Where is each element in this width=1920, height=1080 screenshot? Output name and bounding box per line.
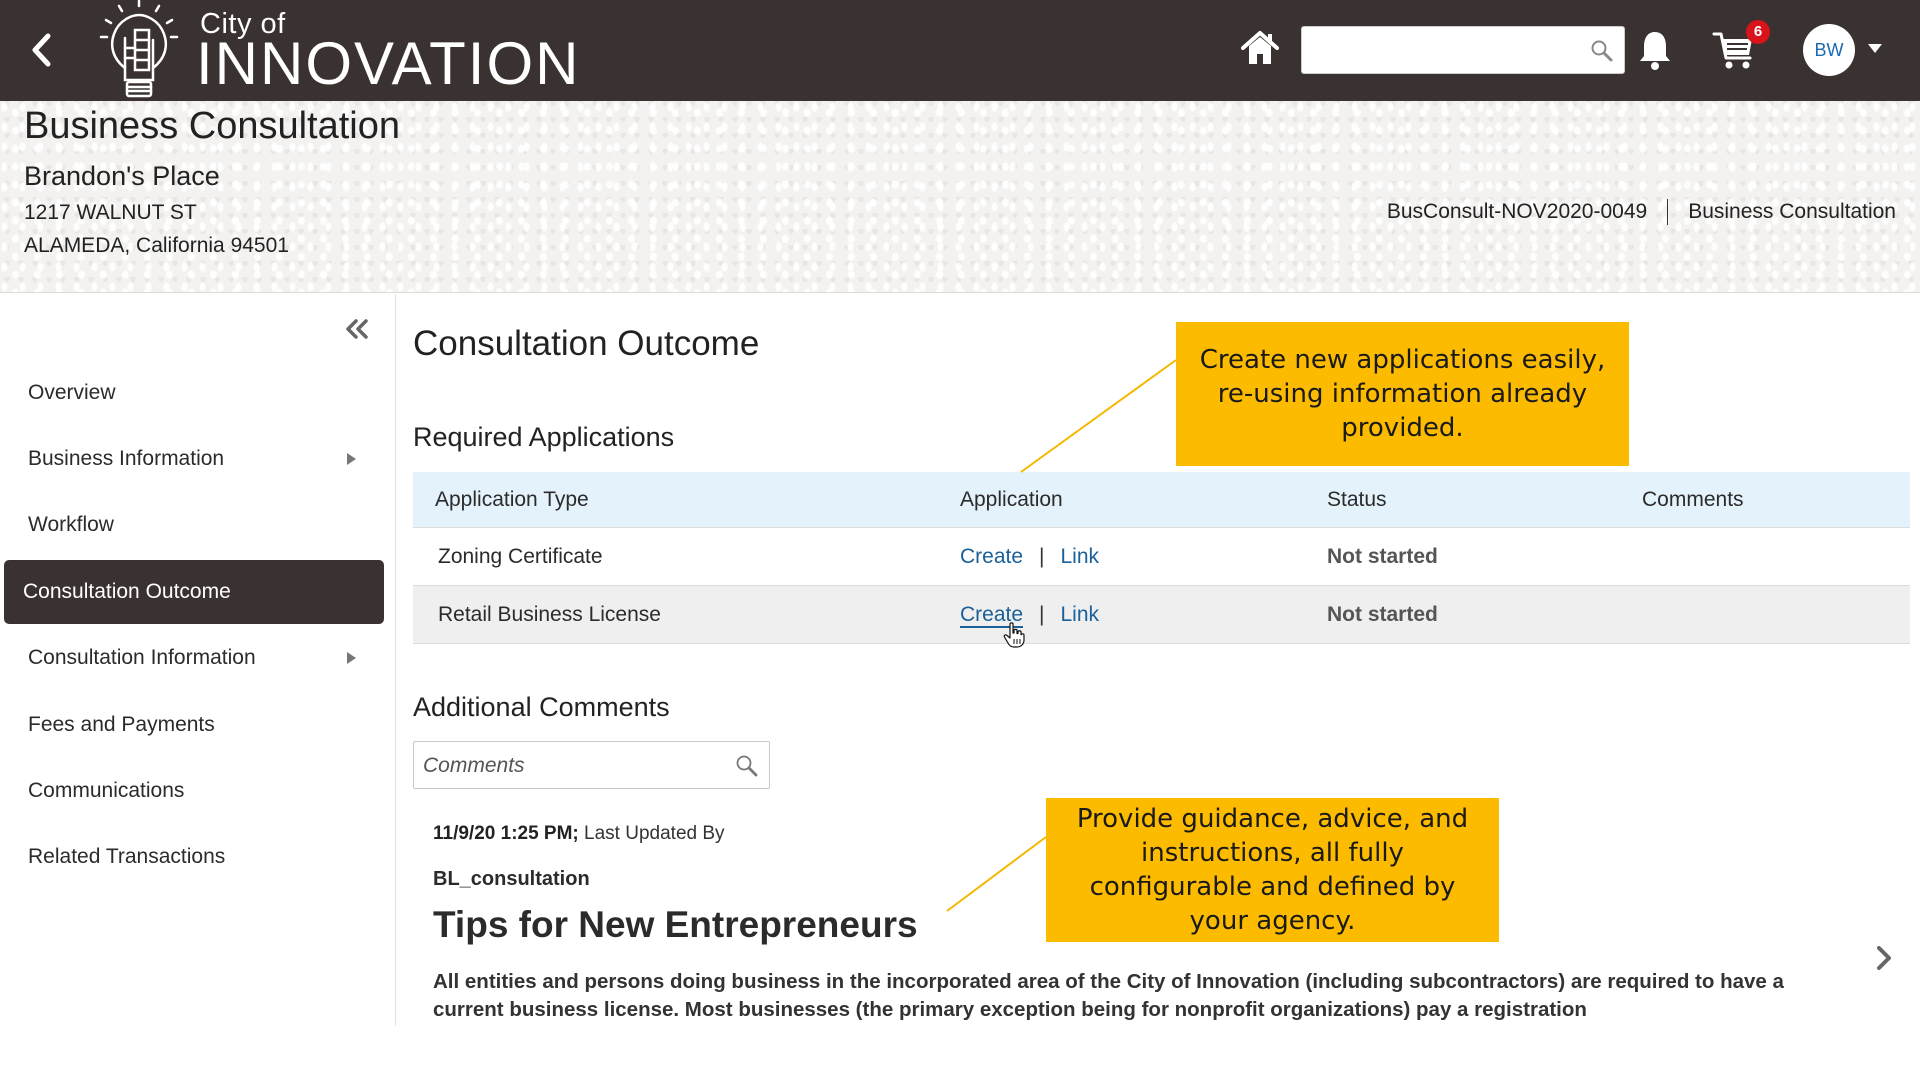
table-header-row: Application Type Application Status Comm… xyxy=(413,472,1910,528)
cart-count-badge: 6 xyxy=(1746,20,1770,44)
comment-title: Tips for New Entrepreneurs xyxy=(433,904,918,945)
global-search[interactable] xyxy=(1301,26,1625,74)
required-applications-title: Required Applications xyxy=(413,422,675,452)
callout-text: Provide guidance, advice, and instructio… xyxy=(1076,804,1469,936)
create-application-link[interactable]: Create xyxy=(960,603,1023,627)
global-search-input[interactable] xyxy=(1312,35,1572,65)
top-bar: City of INNOVATION 6 BW xyxy=(0,0,1920,101)
status-cell: Not started xyxy=(1327,602,1438,626)
collapse-sidebar-button[interactable] xyxy=(344,316,370,346)
sidebar-item-related-transactions[interactable]: Related Transactions xyxy=(4,825,384,889)
sidebar-item-label: Related Transactions xyxy=(28,845,226,868)
application-type-cell: Retail Business License xyxy=(438,602,661,626)
table-row: Retail Business License Create | Link No… xyxy=(413,586,1910,644)
column-header-status[interactable]: Status xyxy=(1327,472,1387,527)
double-chevron-left-icon xyxy=(346,319,368,339)
sidebar-nav: Overview Business Information Workflow C… xyxy=(0,294,396,1026)
sidebar-item-consultation-outcome[interactable]: Consultation Outcome xyxy=(4,560,384,624)
home-button[interactable] xyxy=(1240,30,1280,66)
link-application-link[interactable]: Link xyxy=(1061,545,1100,569)
sidebar-item-label: Fees and Payments xyxy=(28,713,215,736)
next-comment-button[interactable] xyxy=(1869,940,1899,976)
logo-innovation-text: INNOVATION xyxy=(196,30,581,97)
sidebar-item-label: Consultation Outcome xyxy=(23,580,231,603)
application-actions-cell: Create | Link xyxy=(960,586,1099,643)
sidebar-item-label: Communications xyxy=(28,779,185,802)
record-header: Business Consultation Brandon's Place 12… xyxy=(0,101,1920,293)
back-chevron-icon xyxy=(32,33,51,67)
status-cell: Not started xyxy=(1327,544,1438,568)
lightbulb-logo-icon xyxy=(99,0,179,98)
main-content: Consultation Outcome Required Applicatio… xyxy=(397,294,1920,1080)
page-title: Business Consultation xyxy=(24,105,400,147)
comments-search-input[interactable] xyxy=(423,751,713,781)
user-avatar[interactable]: BW xyxy=(1803,24,1855,76)
reference-type: Business Consultation xyxy=(1688,200,1896,223)
callout-create-applications: Create new applications easily, re-using… xyxy=(1176,322,1629,466)
expand-arrow-icon[interactable] xyxy=(347,453,356,465)
search-icon[interactable] xyxy=(735,754,759,778)
notifications-button[interactable] xyxy=(1637,28,1673,72)
sidebar-item-business-information[interactable]: Business Information xyxy=(4,427,384,491)
required-applications-table: Application Type Application Status Comm… xyxy=(413,472,1910,644)
sidebar-item-label: Business Information xyxy=(28,447,225,470)
reference-divider xyxy=(1667,199,1669,225)
bell-icon xyxy=(1640,32,1670,70)
link-separator: | xyxy=(1039,602,1045,626)
link-application-link[interactable]: Link xyxy=(1061,603,1100,627)
comment-body: All entities and persons doing business … xyxy=(433,970,1784,1021)
record-reference: BusConsult-NOV2020-0049 Business Consult… xyxy=(1387,199,1896,225)
home-icon xyxy=(1241,31,1279,64)
callout-text: Create new applications easily, re-using… xyxy=(1199,345,1606,443)
sidebar-item-label: Overview xyxy=(28,381,116,404)
chevron-right-icon xyxy=(1877,946,1891,970)
business-name: Brandon's Place xyxy=(24,161,220,191)
expand-arrow-icon[interactable] xyxy=(347,652,356,664)
address-line-1: 1217 WALNUT ST xyxy=(24,201,197,224)
column-header-comments[interactable]: Comments xyxy=(1642,472,1744,527)
reference-id: BusConsult-NOV2020-0049 xyxy=(1386,200,1648,223)
callout-guidance: Provide guidance, advice, and instructio… xyxy=(1046,798,1499,942)
search-icon[interactable] xyxy=(1590,39,1614,63)
column-header-application-type[interactable]: Application Type xyxy=(435,472,589,527)
sidebar-item-consultation-information[interactable]: Consultation Information xyxy=(4,626,384,690)
create-application-link[interactable]: Create xyxy=(960,545,1023,569)
sidebar-item-label: Consultation Information xyxy=(28,646,256,669)
city-logo[interactable]: City of INNOVATION xyxy=(92,0,652,100)
back-button[interactable] xyxy=(26,30,56,70)
sidebar-item-label: Workflow xyxy=(28,513,114,536)
comment-meta: 11/9/20 1:25 PM; Last Updated By xyxy=(433,823,725,845)
comment-updated-by-label: Last Updated By xyxy=(584,823,725,844)
column-header-application[interactable]: Application xyxy=(960,472,1063,527)
sidebar-item-fees-and-payments[interactable]: Fees and Payments xyxy=(4,693,384,757)
section-title: Consultation Outcome xyxy=(413,324,760,363)
caret-down-icon[interactable] xyxy=(1868,44,1882,53)
additional-comments-title: Additional Comments xyxy=(413,692,670,722)
comment-author: BL_consultation xyxy=(433,868,590,890)
link-separator: | xyxy=(1039,544,1045,568)
table-row: Zoning Certificate Create | Link Not sta… xyxy=(413,528,1910,586)
address-line-2: ALAMEDA, California 94501 xyxy=(24,234,289,257)
sidebar-item-workflow[interactable]: Workflow xyxy=(4,493,384,557)
application-actions-cell: Create | Link xyxy=(960,528,1099,585)
comment-timestamp: 11/9/20 1:25 PM; xyxy=(433,823,579,844)
sidebar-item-overview[interactable]: Overview xyxy=(4,361,384,425)
sidebar-item-communications[interactable]: Communications xyxy=(4,759,384,823)
comments-search[interactable] xyxy=(413,741,770,789)
application-type-cell: Zoning Certificate xyxy=(438,544,603,568)
